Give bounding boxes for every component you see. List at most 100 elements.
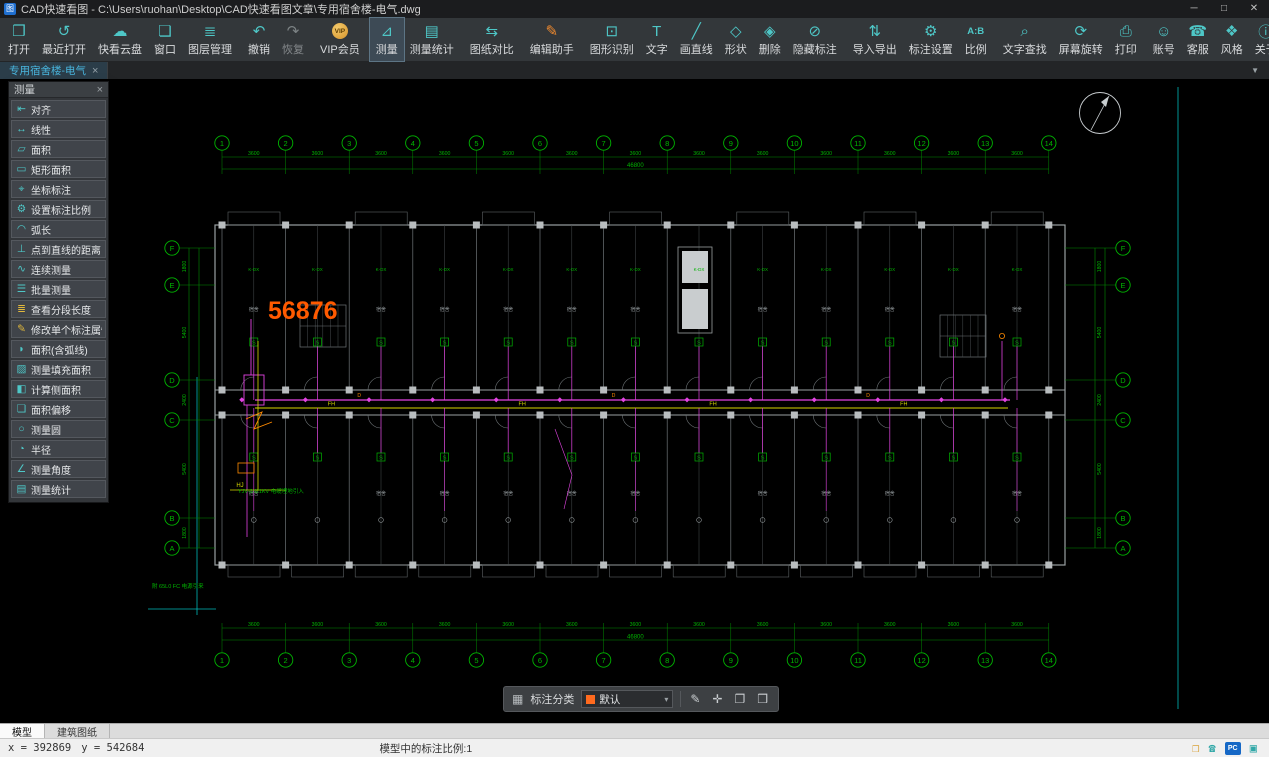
copy-icon[interactable]: ❐ (732, 692, 747, 706)
cad-canvas[interactable]: SSK-DX宿舍宿舍SSK-DXFHSSK-DXD宿舍宿舍SSK-DX宿舍宿舍S… (0, 79, 1269, 723)
svg-text:3600: 3600 (1011, 151, 1023, 157)
palette-item-align[interactable]: ⇤对齐 (11, 100, 106, 118)
svg-text:B: B (1120, 514, 1125, 523)
tab-close-icon[interactable]: × (92, 65, 98, 77)
svg-text:S: S (316, 341, 320, 347)
palette-item-rect-area[interactable]: ▭矩形面积 (11, 160, 106, 178)
undo-button[interactable]: ↶撤销 (242, 18, 276, 61)
measure-stats-button[interactable]: ▤测量统计 (404, 18, 460, 61)
edit-assistant-button[interactable]: ✎编辑助手 (524, 18, 580, 61)
draw-line-button[interactable]: ╱画直线 (674, 18, 719, 61)
svg-text:S: S (952, 456, 956, 462)
text-icon: T (652, 22, 661, 40)
open-button[interactable]: ❒打开 (2, 18, 36, 61)
palette-item-set-scale[interactable]: ⚙设置标注比例 (11, 200, 106, 218)
svg-text:宿舍: 宿舍 (630, 306, 640, 313)
palette-item-batch[interactable]: ☰批量测量 (11, 280, 106, 298)
palette-item-circle[interactable]: ○测量圆 (11, 420, 106, 438)
svg-text:3600: 3600 (884, 151, 896, 157)
open-icon: ❒ (12, 22, 25, 40)
svg-text:2: 2 (284, 656, 288, 665)
svg-text:S: S (570, 341, 574, 347)
delete-button[interactable]: ◈删除 (753, 18, 787, 61)
svg-text:12: 12 (917, 656, 925, 665)
chevron-down-icon: ▾ (664, 695, 668, 704)
minimize-button[interactable]: ─ (1179, 0, 1209, 18)
sheet-tab-inactive[interactable]: 建筑图纸 (45, 724, 110, 738)
window-button[interactable]: ❏窗口 (148, 18, 182, 61)
palette-item-label: 面积(含弧线) (31, 342, 88, 357)
annotation-settings-button[interactable]: ⚙标注设置 (903, 18, 959, 61)
palette-item-linear[interactable]: ↔线性 (11, 120, 106, 138)
cloud-disk-icon: ☁ (113, 22, 128, 40)
palette-item-side-area[interactable]: ◧计算侧面积 (11, 380, 106, 398)
palette-item-segment-length[interactable]: ≣查看分段长度 (11, 300, 106, 318)
measure-palette-header[interactable]: 测量 × (9, 82, 108, 98)
move-icon[interactable]: ✛ (710, 692, 724, 706)
palette-item-continuous[interactable]: ∿连续测量 (11, 260, 106, 278)
classification-dropdown[interactable]: 默认 ▾ (581, 690, 673, 708)
svg-text:1800: 1800 (1097, 527, 1103, 539)
drawing-compare-button[interactable]: ⇆图纸对比 (464, 18, 520, 61)
palette-item-label: 矩形面积 (31, 162, 71, 177)
toolbar-group: ↶撤销↷恢复 (242, 18, 310, 61)
screen-rotate-button[interactable]: ⟳屏幕旋转 (1053, 18, 1109, 61)
svg-text:K-DX: K-DX (821, 267, 832, 272)
redo-button[interactable]: ↷恢复 (276, 18, 310, 61)
cloud-disk-button[interactable]: ☁快看云盘 (92, 18, 148, 61)
svg-text:S: S (697, 341, 701, 347)
status-bar: x = 392869 y = 542684 模型中的标注比例:1 ❒☎PC▣ (0, 738, 1269, 757)
edit-annotation-icon[interactable]: ✎ (688, 692, 702, 706)
scale-button[interactable]: A:B比例 (959, 18, 993, 61)
palette-close-icon[interactable]: × (97, 84, 103, 96)
service-button[interactable]: ☎客服 (1181, 18, 1215, 61)
style-button[interactable]: ❖风格 (1215, 18, 1249, 61)
pc-badge[interactable]: PC (1225, 742, 1241, 755)
svg-text:4: 4 (411, 656, 415, 665)
vip-member-button[interactable]: VIPVIP会员 (314, 18, 366, 61)
import-export-button[interactable]: ⇅导入导出 (847, 18, 903, 61)
palette-item-area[interactable]: ▱面积 (11, 140, 106, 158)
palette-item-modify-attr[interactable]: ✎修改单个标注属性 (11, 320, 106, 338)
palette-item-area-arc[interactable]: ◗面积(含弧线) (11, 340, 106, 358)
svg-text:3600: 3600 (439, 622, 451, 628)
svg-text:S: S (443, 341, 447, 347)
palette-item-coordinate[interactable]: ⌖坐标标注 (11, 180, 106, 198)
measure-button[interactable]: ⊿测量 (370, 18, 404, 61)
document-tab[interactable]: 专用宿舍楼-电气 × (0, 62, 108, 79)
palette-item-fill-area[interactable]: ▨测量填充面积 (11, 360, 106, 378)
maximize-button[interactable]: □ (1209, 0, 1239, 18)
hide-annotation-button[interactable]: ⊘隐藏标注 (787, 18, 843, 61)
service-chat-icon[interactable]: ☎ (1209, 741, 1216, 755)
text-find-button[interactable]: ⌕文字查找 (997, 18, 1053, 61)
shape-recognition-button[interactable]: ⊡图形识别 (584, 18, 640, 61)
paste-icon[interactable]: ❒ (755, 692, 770, 706)
palette-item-radius[interactable]: ◔半径 (11, 440, 106, 458)
recent-open-button[interactable]: ↺最近打开 (36, 18, 92, 61)
palette-item-label: 面积 (31, 142, 51, 157)
palette-item-point-to-line[interactable]: ⊥点到直线的距离 (11, 240, 106, 258)
svg-text:46800: 46800 (627, 634, 644, 640)
text-button[interactable]: T文字 (640, 18, 674, 61)
toolbar-button-label: 最近打开 (42, 41, 86, 57)
close-button[interactable]: ✕ (1239, 0, 1269, 18)
measure-palette-body: ⇤对齐 ↔线性 ▱面积 ▭矩形面积 ⌖坐标标注 ⚙设置标注比例 ◠弧长 ⊥点到直线的距离 ∿连续… (9, 98, 108, 502)
image-icon[interactable]: ▣ (1250, 741, 1257, 755)
print-button[interactable]: ⎙打印 (1109, 18, 1143, 61)
svg-text:14: 14 (1045, 139, 1053, 148)
layer-manager-button[interactable]: ≣图层管理 (182, 18, 238, 61)
palette-item-arc-length[interactable]: ◠弧长 (11, 220, 106, 238)
account-button[interactable]: ☺账号 (1147, 18, 1181, 61)
about-button[interactable]: ⓘ关于 (1249, 18, 1269, 61)
sheet-tab-active[interactable]: 模型 (0, 724, 45, 738)
palette-item-angle[interactable]: ∠测量角度 (11, 460, 106, 478)
toolbar-button-label: 快看云盘 (98, 41, 142, 57)
annotation-settings-icon: ⚙ (924, 22, 937, 40)
svg-text:5: 5 (474, 656, 478, 665)
shapes-button[interactable]: ◇形状 (719, 18, 753, 61)
tab-list-dropdown-icon[interactable]: ▼ (1241, 62, 1269, 79)
palette-item-area-offset[interactable]: ❏面积偏移 (11, 400, 106, 418)
svg-text:F: F (1121, 244, 1126, 253)
palette-item-stats[interactable]: ▤测量统计 (11, 480, 106, 498)
folder-icon[interactable]: ❒ (1192, 741, 1199, 755)
